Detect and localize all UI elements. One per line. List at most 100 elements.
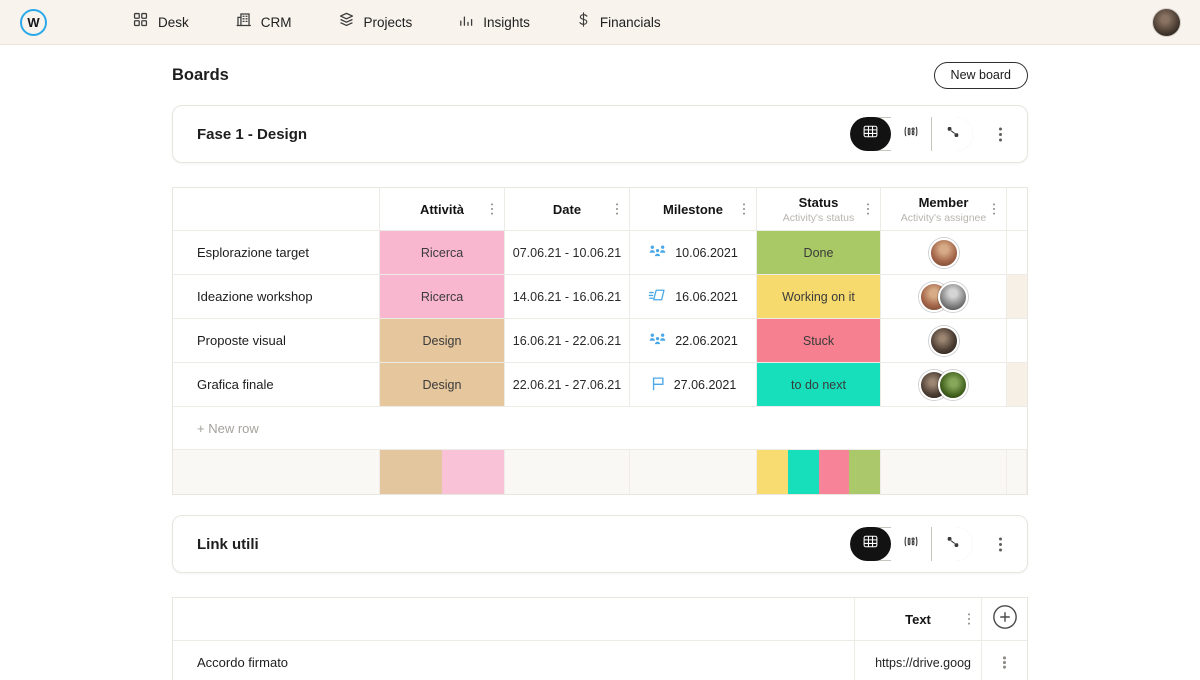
- table-view-button[interactable]: [850, 117, 891, 151]
- activity-cell[interactable]: Ricerca: [380, 231, 505, 274]
- milestone-cell[interactable]: 22.06.2021: [630, 319, 757, 362]
- task-name-cell[interactable]: Grafica finale: [173, 363, 380, 406]
- board-controls: [850, 527, 1007, 561]
- column-menu-kebab-icon[interactable]: [485, 198, 499, 220]
- table-view-icon: [863, 125, 878, 143]
- activity-cell[interactable]: Ricerca: [380, 275, 505, 318]
- member-cell[interactable]: [881, 363, 1007, 406]
- column-menu-kebab-icon[interactable]: [737, 198, 751, 220]
- milestone-date: 22.06.2021: [675, 334, 738, 348]
- status-cell[interactable]: to do next: [757, 363, 881, 406]
- header-cell-date: Date: [505, 188, 630, 230]
- table-row: Grafica finale Design 22.06.21 - 27.06.2…: [173, 363, 1027, 407]
- table-view-icon: [863, 535, 878, 553]
- summary-overflow-cell: [1007, 450, 1027, 494]
- date-cell[interactable]: 22.06.21 - 27.06.21: [505, 363, 630, 406]
- board-menu-kebab-icon[interactable]: [993, 533, 1007, 555]
- date-cell[interactable]: 16.06.21 - 22.06.21: [505, 319, 630, 362]
- nav-item-financials[interactable]: Financials: [576, 11, 661, 33]
- milestone-cell[interactable]: 16.06.2021: [630, 275, 757, 318]
- link-name-cell[interactable]: Accordo firmato: [173, 641, 855, 680]
- column-menu-kebab-icon[interactable]: [962, 608, 976, 630]
- header-cell-member: Member Activity's assignee: [881, 188, 1007, 230]
- workflow-view-button[interactable]: [932, 117, 973, 151]
- add-column-button[interactable]: [982, 598, 1027, 640]
- column-menu-kebab-icon[interactable]: [610, 198, 624, 220]
- member-cell[interactable]: [881, 231, 1007, 274]
- column-subtitle: Activity's assignee: [901, 212, 986, 224]
- summary-design-block: [380, 450, 442, 494]
- milestone-date: 10.06.2021: [675, 246, 738, 260]
- user-avatar[interactable]: [1153, 9, 1180, 36]
- flag-icon: [650, 375, 666, 394]
- table-view-button[interactable]: [850, 527, 891, 561]
- nav-item-crm[interactable]: CRM: [235, 11, 292, 33]
- workflow-view-icon: [946, 125, 960, 144]
- summary-row: [173, 450, 1027, 494]
- status-cell[interactable]: Done: [757, 231, 881, 274]
- page-head: Boards New board: [172, 61, 1028, 89]
- building-icon: [235, 11, 252, 33]
- workflow-view-button[interactable]: [932, 527, 973, 561]
- date-cell[interactable]: 07.06.21 - 10.06.21: [505, 231, 630, 274]
- summary-ricerca-block: [442, 450, 504, 494]
- page-title: Boards: [172, 66, 229, 85]
- app-logo[interactable]: W: [20, 9, 47, 36]
- header-cell-empty: [173, 598, 855, 640]
- nav-items: Desk CRM Projects Insights Financials: [132, 11, 661, 33]
- milestone-date: 27.06.2021: [674, 378, 737, 392]
- header-cell-attivita: Attività: [380, 188, 505, 230]
- milestone-cell[interactable]: 27.06.2021: [630, 363, 757, 406]
- new-row: + New row: [173, 407, 1027, 450]
- header-cell-text: Text: [855, 598, 982, 640]
- date-cell[interactable]: 14.06.21 - 16.06.21: [505, 275, 630, 318]
- member-cell[interactable]: [881, 275, 1007, 318]
- summary-empty-cell: [173, 450, 380, 494]
- main-content: Boards New board Fase 1 - Design: [172, 61, 1028, 680]
- table-row: Esplorazione target Ricerca 07.06.21 - 1…: [173, 231, 1027, 275]
- member-avatar: [929, 238, 959, 268]
- column-title: Milestone: [663, 202, 723, 217]
- new-board-button[interactable]: New board: [934, 62, 1028, 89]
- column-title: Text: [905, 612, 931, 627]
- table-row: Proposte visual Design 16.06.21 - 22.06.…: [173, 319, 1027, 363]
- top-navigation: W Desk CRM Projects Insights Financials: [0, 0, 1200, 45]
- team-icon: [648, 243, 667, 262]
- member-cell[interactable]: [881, 319, 1007, 362]
- dollar-icon: [576, 11, 591, 33]
- member-avatar: [929, 326, 959, 356]
- nav-item-projects[interactable]: Projects: [338, 11, 413, 33]
- header-cell-overflow: [1007, 188, 1027, 230]
- task-name-cell[interactable]: Ideazione workshop: [173, 275, 380, 318]
- view-toggle: [850, 117, 973, 151]
- kanban-view-button[interactable]: [891, 117, 932, 151]
- column-title: Date: [553, 202, 581, 217]
- task-name-cell[interactable]: Proposte visual: [173, 319, 380, 362]
- table-header-row: Text: [173, 598, 1027, 641]
- nav-item-label: Insights: [483, 15, 530, 30]
- nav-item-insights[interactable]: Insights: [458, 12, 530, 33]
- column-menu-kebab-icon[interactable]: [987, 198, 1001, 220]
- link-url-cell[interactable]: https://drive.goog: [855, 641, 982, 680]
- activity-cell[interactable]: Design: [380, 363, 505, 406]
- milestone-cell[interactable]: 10.06.2021: [630, 231, 757, 274]
- summary-status-cell: [757, 450, 881, 494]
- add-new-row-button[interactable]: + New row: [173, 407, 1027, 449]
- task-name-cell[interactable]: Esplorazione target: [173, 231, 380, 274]
- column-title: Status: [799, 195, 839, 210]
- column-title: Member: [919, 195, 969, 210]
- row-actions-cell: [982, 641, 1027, 680]
- board-title: Link utili: [197, 536, 259, 553]
- summary-milestone-cell: [630, 450, 757, 494]
- kanban-view-button[interactable]: [891, 527, 932, 561]
- activity-cell[interactable]: Design: [380, 319, 505, 362]
- nav-item-desk[interactable]: Desk: [132, 11, 189, 33]
- column-menu-kebab-icon[interactable]: [861, 198, 875, 220]
- board-menu-kebab-icon[interactable]: [993, 123, 1007, 145]
- status-cell[interactable]: Stuck: [757, 319, 881, 362]
- summary-working-block: [757, 450, 788, 494]
- board-title: Fase 1 - Design: [197, 126, 307, 143]
- status-cell[interactable]: Working on it: [757, 275, 881, 318]
- row-menu-kebab-icon[interactable]: [998, 652, 1012, 674]
- column-title: Attività: [420, 202, 464, 217]
